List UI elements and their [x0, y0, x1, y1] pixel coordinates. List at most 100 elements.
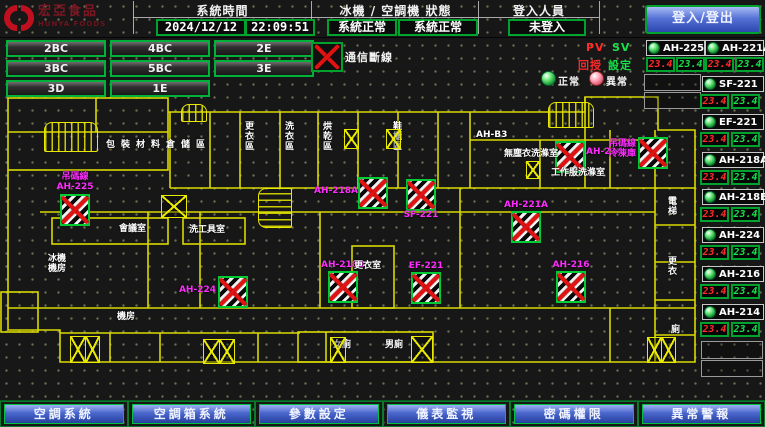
ahu-status: 系統正常 [398, 19, 478, 36]
unit-SF-221[interactable]: SF-221 [702, 76, 764, 92]
room-label: 包裝材料倉儲區 [106, 140, 211, 150]
sv-value: 23.4 [731, 170, 760, 185]
floor-button-2BC[interactable]: 2BC [6, 40, 106, 57]
floor-buttons: 2BC4BC2E 3BC5BC3E 3D1E [4, 38, 316, 98]
disconnected-marker-冷凍庫[interactable] [638, 137, 668, 169]
unit-AH-218A[interactable]: AH-218A [702, 152, 764, 168]
nav-cell: 異常警報 [638, 401, 765, 427]
status-led [704, 229, 716, 241]
unit-name: AH-216 [719, 269, 760, 280]
nav-cell: 密碼權限 [510, 401, 638, 427]
room-label: 更衣室 [354, 261, 381, 271]
abnormal-led-icon [589, 71, 604, 86]
marker-label: 吊碼線 冷凍庫 [594, 139, 636, 159]
disconnected-marker-SF-221[interactable] [406, 179, 436, 211]
floor-button-4BC[interactable]: 4BC [110, 40, 210, 57]
floor-button-2E[interactable]: 2E [214, 40, 314, 57]
unit-name: AH-225 [663, 43, 704, 54]
unit-name: AH-214 [719, 307, 760, 318]
sv-value: 23.4 [676, 57, 705, 72]
normal-legend-label: 正常 [558, 73, 580, 88]
unit-name: SF-221 [719, 79, 758, 90]
logo-subtext: HUNYA FOODS [38, 18, 106, 30]
unit-AH-216[interactable]: AH-216 [702, 266, 764, 282]
logo: 宏亞食品 HUNYA FOODS [4, 3, 106, 33]
pv-value: 23.4 [700, 322, 729, 337]
machine-status-label: 冰機 / 空調機 狀態 [318, 2, 473, 19]
marker-label: AH-216 [548, 260, 594, 270]
floor-button-3D[interactable]: 3D [6, 80, 106, 97]
room-label: 更衣 [666, 256, 676, 276]
hunya-logo-icon [4, 3, 34, 33]
normal-led-icon [541, 71, 556, 86]
stairwell-x-symbol [647, 337, 676, 363]
nav-button-空調箱系統[interactable]: 空調箱系統 [132, 404, 252, 424]
pv-value: 23.4 [700, 94, 729, 109]
pv-value: 23.4 [700, 284, 729, 299]
unit-AH-225[interactable]: AH-225 [646, 40, 705, 56]
disconnected-marker-AH-224[interactable] [218, 276, 248, 308]
marker-label: SF-221 [398, 210, 444, 220]
status-led [704, 116, 716, 128]
pv-value: 23.4 [700, 245, 729, 260]
floor-button-5BC[interactable]: 5BC [110, 60, 210, 77]
stairs-icon [44, 122, 98, 152]
unit-name: AH-218A [719, 155, 765, 166]
stairwell-x-symbol [386, 129, 401, 149]
nav-button-密碼權限[interactable]: 密碼權限 [514, 404, 634, 424]
unit-AH-221A[interactable]: AH-221A [705, 40, 764, 56]
sv-value: 23.4 [731, 132, 760, 147]
nav-button-空調系統[interactable]: 空調系統 [4, 404, 124, 424]
disconnected-marker-AH-221A[interactable] [511, 211, 541, 243]
stairwell-x-symbol [344, 129, 359, 149]
disconnected-marker-AH-218B[interactable] [328, 271, 358, 303]
pv-value: 23.4 [700, 132, 729, 147]
sv-value: 23.4 [735, 57, 764, 72]
unit-name: AH-221A [722, 43, 765, 54]
unit-AH-224[interactable]: AH-224 [702, 227, 764, 243]
nav-button-儀表監視[interactable]: 儀表監視 [387, 404, 507, 424]
room-label: 洗工具室 [189, 225, 225, 235]
room-label: 無塵衣洗滌室 [504, 149, 558, 159]
sv-header: SV [612, 41, 630, 54]
sv-row-label: 設定 [608, 57, 632, 73]
room-label: 廁 [671, 325, 680, 335]
nav-button-參數設定[interactable]: 參數設定 [259, 404, 379, 424]
disconnected-marker-AH-216[interactable] [556, 271, 586, 303]
stairwell-x-symbol [526, 161, 540, 179]
room-label: 會議室 [119, 224, 146, 234]
status-led [704, 306, 716, 318]
nav-cell: 空調系統 [0, 401, 128, 427]
unit-name: AH-224 [719, 230, 760, 241]
disconnected-marker-EF-221[interactable] [411, 272, 441, 304]
room-label: 洗衣區 [283, 121, 293, 151]
room-label: 電梯 [666, 196, 676, 216]
stairwell-x-symbol [161, 195, 187, 218]
floor-button-1E[interactable]: 1E [110, 80, 210, 97]
status-led [704, 268, 716, 280]
floor-button-3E[interactable]: 3E [214, 60, 314, 77]
login-user-label: 登入人員 [483, 2, 595, 19]
nav-button-異常警報[interactable]: 異常警報 [642, 404, 762, 424]
room-label: AH-B3 [476, 130, 507, 140]
room-label: 工作服洗滌室 [551, 168, 605, 178]
time-value: 22:09:51 [245, 19, 315, 36]
room-label: 冰機機房 [48, 254, 70, 274]
marker-label: AH-218A [314, 186, 356, 196]
floor-button-3BC[interactable]: 3BC [6, 60, 106, 77]
abnormal-legend-label: 異常 [606, 73, 628, 88]
pv-header: PV [586, 41, 605, 54]
stairs-icon [181, 104, 207, 122]
sv-value: 23.4 [731, 284, 760, 299]
disconnected-marker-AH-225[interactable] [60, 194, 90, 226]
disconnected-marker-AH-218A[interactable] [358, 177, 388, 209]
chiller-status: 系統正常 [327, 19, 397, 36]
unit-AH-218B[interactable]: AH-218B [702, 189, 764, 205]
unit-EF-221[interactable]: EF-221 [702, 114, 764, 130]
pv-value: 23.4 [646, 57, 675, 72]
marker-label: 吊碼線 AH-225 [52, 172, 98, 192]
unit-AH-214[interactable]: AH-214 [702, 304, 764, 320]
login-logout-button[interactable]: 登入/登出 [645, 5, 761, 34]
marker-label: EF-221 [403, 261, 449, 271]
room-label: 機房 [117, 312, 135, 322]
